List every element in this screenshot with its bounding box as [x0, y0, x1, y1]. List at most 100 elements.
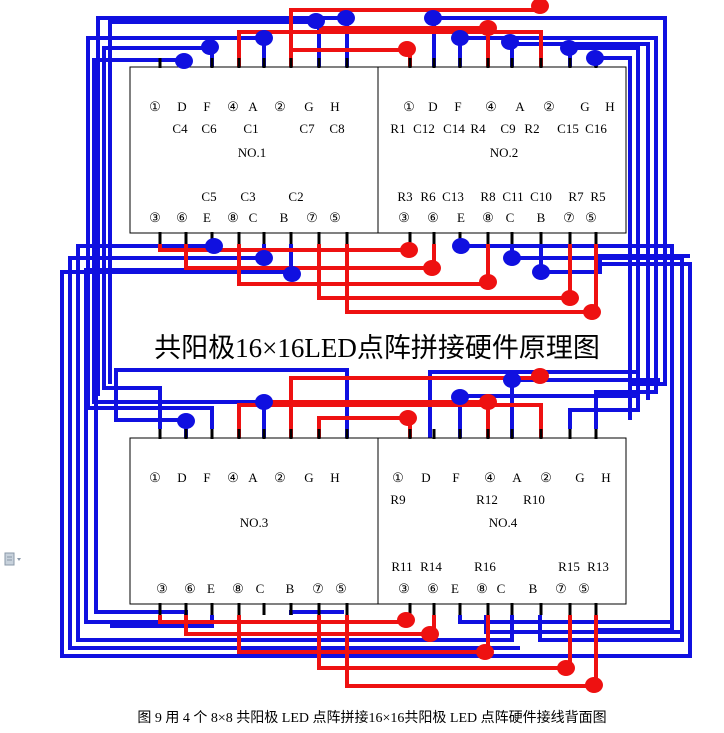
pin-label: B — [286, 581, 295, 596]
connection-label: C14 — [443, 121, 465, 136]
pin-label: ④ — [485, 99, 497, 114]
red-dot — [585, 677, 603, 693]
connection-label: R8 — [480, 189, 495, 204]
red-dot — [400, 242, 418, 258]
wiring-diagram: ① D F ④ A ② G H C4 C6 C1 C7 C8 NO.1 C5 C… — [60, 0, 692, 726]
connection-label: C8 — [329, 121, 344, 136]
connection-label: R7 — [568, 189, 584, 204]
blue-dot — [560, 40, 578, 56]
pin-label: E — [207, 581, 215, 596]
red-dot — [479, 20, 497, 36]
pin-label: ⑧ — [227, 210, 239, 225]
blue-dot — [337, 10, 355, 26]
pin-label: ① — [392, 470, 404, 485]
module-name: NO.2 — [490, 145, 519, 160]
connection-label: R12 — [476, 492, 498, 507]
pin-label: ⑦ — [563, 210, 575, 225]
blue-dot — [205, 238, 223, 254]
blue-dot — [177, 413, 195, 429]
pin-label: G — [304, 99, 313, 114]
red-dot — [561, 290, 579, 306]
connection-label: R16 — [474, 559, 496, 574]
blue-dot — [424, 10, 442, 26]
connection-label: R13 — [587, 559, 609, 574]
blue-dot — [255, 250, 273, 266]
connection-label: R14 — [420, 559, 442, 574]
blue-dot — [452, 238, 470, 254]
red-dot — [423, 260, 441, 276]
pin-label: ② — [274, 470, 286, 485]
pin-label: ③ — [398, 210, 410, 225]
pin-label: F — [452, 470, 459, 485]
red-dot — [397, 612, 415, 628]
connection-label: R6 — [420, 189, 436, 204]
blue-dot — [532, 264, 550, 280]
pin-label: C — [497, 581, 506, 596]
connection-label: C7 — [299, 121, 315, 136]
pin-label: D — [421, 470, 430, 485]
pin-label: G — [580, 99, 589, 114]
module-name: NO.4 — [489, 515, 518, 530]
red-wire — [264, 400, 490, 439]
pin-label: ① — [149, 99, 161, 114]
pin-label: ⑥ — [427, 581, 439, 596]
red-dot — [399, 410, 417, 426]
pin-label: ⑥ — [176, 210, 188, 225]
pin-label: C — [506, 210, 515, 225]
red-wire — [237, 403, 543, 439]
module-name: NO.3 — [240, 515, 269, 530]
red-dot — [531, 368, 549, 384]
red-wire — [184, 615, 436, 636]
connection-label: C6 — [201, 121, 217, 136]
connection-label: C9 — [500, 121, 515, 136]
pin-label: F — [203, 99, 210, 114]
blue-dot — [283, 266, 301, 282]
pin-label: B — [529, 581, 538, 596]
connection-label: R11 — [391, 559, 412, 574]
connection-label: R1 — [390, 121, 405, 136]
red-dot — [557, 660, 575, 676]
pin-label: ⑧ — [476, 581, 488, 596]
pin-label: ⑦ — [312, 581, 324, 596]
red-dot — [398, 41, 416, 57]
connection-label: R9 — [390, 492, 405, 507]
blue-dot — [175, 53, 193, 69]
document-icon[interactable] — [4, 552, 24, 566]
red-wire — [317, 416, 412, 439]
pin-label: G — [575, 470, 584, 485]
connection-label: R15 — [558, 559, 580, 574]
connection-label: R3 — [397, 189, 412, 204]
pin-label: F — [203, 470, 210, 485]
red-dot — [476, 644, 494, 660]
pin-label: ⑥ — [184, 581, 196, 596]
red-wire — [289, 376, 541, 439]
red-dot — [421, 626, 439, 642]
pin-label: C — [249, 210, 258, 225]
pin-label: C — [256, 581, 265, 596]
blue-dot — [501, 34, 519, 50]
pin-label: ⑦ — [306, 210, 318, 225]
pin-label: H — [330, 470, 339, 485]
pin-label: ① — [149, 470, 161, 485]
pin-label: B — [537, 210, 546, 225]
blue-dot — [503, 372, 521, 388]
connection-label: C1 — [243, 121, 258, 136]
pin-label: ④ — [227, 470, 239, 485]
connection-label: C16 — [585, 121, 607, 136]
blue-dot — [201, 39, 219, 55]
pin-label: ① — [403, 99, 415, 114]
connection-label: C3 — [240, 189, 255, 204]
connection-label: R4 — [470, 121, 486, 136]
connection-label: R10 — [523, 492, 545, 507]
red-dot — [583, 304, 601, 320]
red-dot — [479, 394, 497, 410]
connection-label: C15 — [557, 121, 579, 136]
pin-label: A — [515, 99, 525, 114]
pin-label: H — [330, 99, 339, 114]
pin-label: ③ — [398, 581, 410, 596]
pin-label: ② — [543, 99, 555, 114]
figure-caption: 图 9 用 4 个 8×8 共阳极 LED 点阵拼接16×16共阳极 LED 点… — [137, 709, 606, 726]
pin-label: ③ — [156, 581, 168, 596]
pin-label: E — [451, 581, 459, 596]
connection-label: C2 — [288, 189, 303, 204]
